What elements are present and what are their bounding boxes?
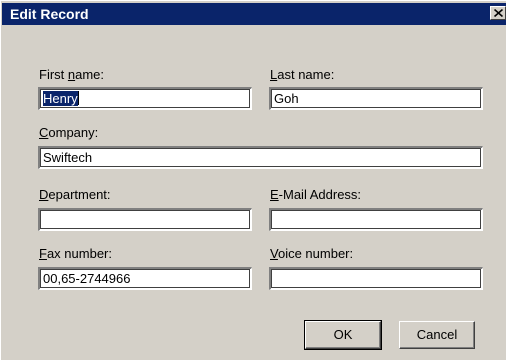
voice-label: Voice number: [270,246,354,261]
window-title: Edit Record [10,6,89,22]
fax-value: 00,65-2744966 [43,271,131,286]
first-name-value: Henry [43,91,78,106]
text-caret [77,91,79,105]
company-value: Swiftech [43,150,93,165]
last-name-value: Goh [274,91,299,106]
close-icon [494,9,503,17]
title-bar[interactable]: Edit Record [2,3,506,25]
company-input[interactable]: Swiftech [38,146,483,169]
close-button[interactable] [490,6,506,20]
fax-input[interactable]: 00,65-2744966 [38,267,252,290]
first-name-label: First name: [39,67,105,82]
last-name-input[interactable]: Goh [269,87,483,110]
fax-label: Fax number: [39,246,112,261]
email-input[interactable] [269,208,483,231]
cancel-button[interactable]: Cancel [399,321,475,349]
last-name-label: Last name: [270,67,335,82]
department-label: Department: [39,187,111,202]
company-label: Company: [39,125,99,140]
email-label: E-Mail Address: [270,187,362,202]
edit-record-dialog: Edit Record First name: Henry Last name:… [0,0,506,360]
ok-button[interactable]: OK [304,320,382,350]
department-input[interactable] [38,208,252,231]
voice-input[interactable] [269,267,483,290]
first-name-input[interactable]: Henry [38,87,252,110]
